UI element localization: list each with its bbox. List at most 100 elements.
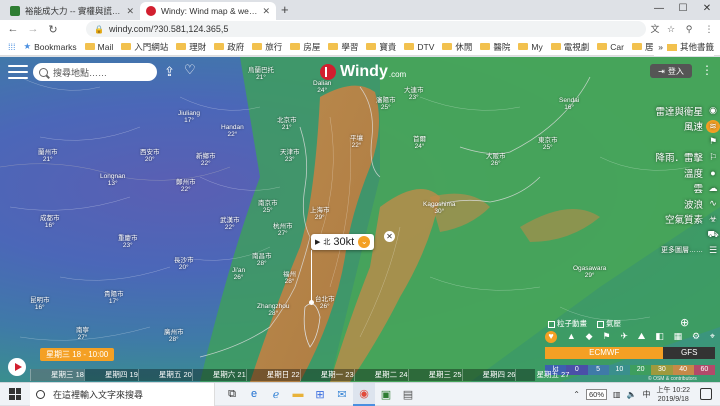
bookmark-folder[interactable]: DTV	[404, 42, 434, 52]
hamburger-menu-icon[interactable]	[8, 65, 28, 79]
clock[interactable]: 上午 10:22 2019/9/18	[657, 386, 690, 404]
battery-indicator[interactable]: 60%	[585, 389, 607, 400]
file-explorer-icon[interactable]: ▬	[287, 383, 309, 406]
tab-active[interactable]: Windy: Wind map & weather fo ✕	[140, 2, 276, 20]
timeline-day[interactable]: 星期二 24	[353, 369, 408, 381]
place-label[interactable]: Jiuliang 17°	[178, 110, 200, 124]
timeline-day[interactable]: 星期五 27	[515, 369, 569, 381]
drop-icon[interactable]: ◆	[586, 331, 593, 343]
place-label[interactable]: 天津市 23°	[280, 149, 300, 163]
app-icon[interactable]: ▣	[375, 383, 397, 406]
place-label[interactable]: 貴陽市 17°	[104, 291, 124, 305]
chrome-icon[interactable]: ◉	[353, 382, 375, 406]
timeline-play-button[interactable]	[8, 358, 26, 376]
bookmark-folder[interactable]: 學習	[328, 41, 358, 53]
layer-waves[interactable]: 波浪 ∿	[646, 196, 720, 212]
reload-icon[interactable]: ↻	[46, 23, 60, 36]
mountain-icon[interactable]: ⛰	[638, 331, 646, 343]
volume-icon[interactable]: 🔈	[627, 390, 637, 399]
model-gfs[interactable]: GFS	[663, 347, 715, 359]
heart-icon[interactable]: ♥	[545, 331, 557, 343]
bookmark-folder[interactable]: 寶貴	[366, 41, 396, 53]
place-label[interactable]: 東京市 25°	[538, 137, 558, 151]
browser-menu-icon[interactable]: ⋮	[702, 20, 716, 38]
layer-clouds[interactable]: 雲 ☁	[646, 181, 720, 197]
bookmark-folder[interactable]: 政府	[214, 41, 244, 53]
ie-icon[interactable]: ℯ	[265, 383, 287, 406]
app-icon[interactable]: ▤	[397, 383, 419, 406]
bookmark-folder[interactable]: Car	[597, 42, 624, 52]
layer-air-quality[interactable]: 空氣質素 ☣	[646, 212, 720, 228]
start-button[interactable]	[0, 383, 30, 406]
windy-logo[interactable]: Windy .com	[320, 63, 406, 81]
layer-temperature[interactable]: 溫度 ●	[646, 165, 720, 181]
address-bar[interactable]: 🔒 windy.com/?30.581,124.365,5	[86, 21, 646, 37]
place-label[interactable]: Sendai 16°	[559, 97, 579, 111]
model-ecmwf[interactable]: ECMWF	[545, 347, 664, 359]
flag-icon[interactable]: ⚑	[602, 331, 610, 343]
more-menu-icon[interactable]: ⋮	[701, 63, 713, 77]
search-input[interactable]: 搜尋地點……	[33, 63, 157, 81]
task-view-icon[interactable]: ⧉	[221, 383, 243, 406]
plane-icon[interactable]: ✈	[620, 331, 628, 343]
new-tab-button[interactable]: +	[281, 2, 289, 17]
layer-rain-thunder[interactable]: 降雨．雷擊 ⚐	[646, 150, 720, 166]
layers-icon[interactable]: ◧	[655, 331, 664, 343]
place-label[interactable]: 杭州市 27°	[273, 223, 293, 237]
place-label[interactable]: 鄭州市 22°	[176, 179, 196, 193]
more-layers-link[interactable]: 更多圖層…… ☰	[646, 243, 720, 259]
altitude-icon[interactable]: ▲	[567, 331, 576, 343]
place-label[interactable]: Kagoshima 30°	[423, 201, 456, 215]
layer-car[interactable]: ⛟	[646, 227, 720, 243]
place-label[interactable]: 成都市 16°	[40, 215, 60, 229]
place-label[interactable]: 平壤 22°	[350, 135, 363, 149]
place-label[interactable]: 上海市 29°	[310, 207, 330, 221]
place-label[interactable]: Dalian 24°	[313, 80, 331, 94]
network-icon[interactable]: ▥	[613, 390, 621, 399]
place-label[interactable]: 廣州市 28°	[164, 329, 184, 343]
close-window-icon[interactable]: ✕	[696, 0, 718, 20]
bookmark-folder[interactable]: Mail	[84, 42, 113, 52]
timeline-day[interactable]: 星期四 19	[83, 369, 138, 381]
close-icon[interactable]: ✕	[262, 6, 270, 17]
zoom-icon[interactable]: ⊕	[680, 316, 689, 329]
place-label[interactable]: 北京市 21°	[277, 117, 297, 131]
place-label[interactable]: 大連市 23°	[404, 87, 424, 101]
settings-icon[interactable]: ⚙	[692, 331, 700, 343]
close-icon[interactable]: ✕	[126, 6, 134, 17]
current-time-bubble[interactable]: 星期三 18 - 10:00	[40, 348, 115, 361]
place-label[interactable]: 長沙市 20°	[174, 257, 194, 271]
timeline-day[interactable]: 星期五 20	[137, 369, 192, 381]
timeline-day[interactable]: 星期三 25	[407, 369, 462, 381]
pressure-checkbox[interactable]: 氣壓	[597, 318, 621, 329]
bookmark-folder[interactable]: 旅行	[252, 41, 282, 53]
minimize-icon[interactable]: —	[648, 0, 670, 20]
timeline-bar[interactable]: 星期三 18 星期四 19 星期五 20 星期六 21 星期日 22 星期一 2…	[30, 369, 569, 381]
place-label[interactable]: 台北市 26°	[315, 296, 335, 310]
place-label[interactable]: Ji'an 26°	[232, 267, 245, 281]
place-label[interactable]: 西安市 20°	[140, 149, 160, 163]
maximize-icon[interactable]: ☐	[672, 0, 694, 20]
share-icon[interactable]: ⇪	[164, 64, 175, 80]
place-label[interactable]: 首爾 24°	[413, 136, 426, 150]
mail-icon[interactable]: ✉	[331, 383, 353, 406]
edge-icon[interactable]: e	[243, 383, 265, 406]
timeline-day[interactable]: 星期一 23	[299, 369, 354, 381]
store-icon[interactable]: ⊞	[309, 383, 331, 406]
bookmark-folder[interactable]: My	[518, 42, 543, 52]
forward-icon[interactable]: →	[26, 23, 40, 35]
extension-icon[interactable]: ⚲	[682, 20, 696, 38]
layer-flag[interactable]: ⚑	[646, 134, 720, 150]
grid-icon[interactable]: ▦	[674, 331, 683, 343]
login-button[interactable]: ⇥ 登入	[650, 64, 692, 78]
translate-icon[interactable]: 文	[648, 20, 662, 38]
notification-icon[interactable]	[700, 388, 712, 400]
apps-icon[interactable]: ⁞⁞⁞	[8, 42, 16, 52]
other-bookmarks[interactable]: » 其他書籤	[654, 38, 714, 56]
bookmark-folder[interactable]: 理財	[176, 41, 206, 53]
close-icon[interactable]: ✕	[384, 231, 395, 242]
place-label[interactable]: 南昌市 28°	[252, 253, 272, 267]
place-label[interactable]: 大阪市 26°	[486, 153, 506, 167]
star-icon[interactable]: ☆	[664, 20, 678, 38]
layer-radar-satellite[interactable]: 雷達與衛星 ◉	[646, 103, 720, 119]
